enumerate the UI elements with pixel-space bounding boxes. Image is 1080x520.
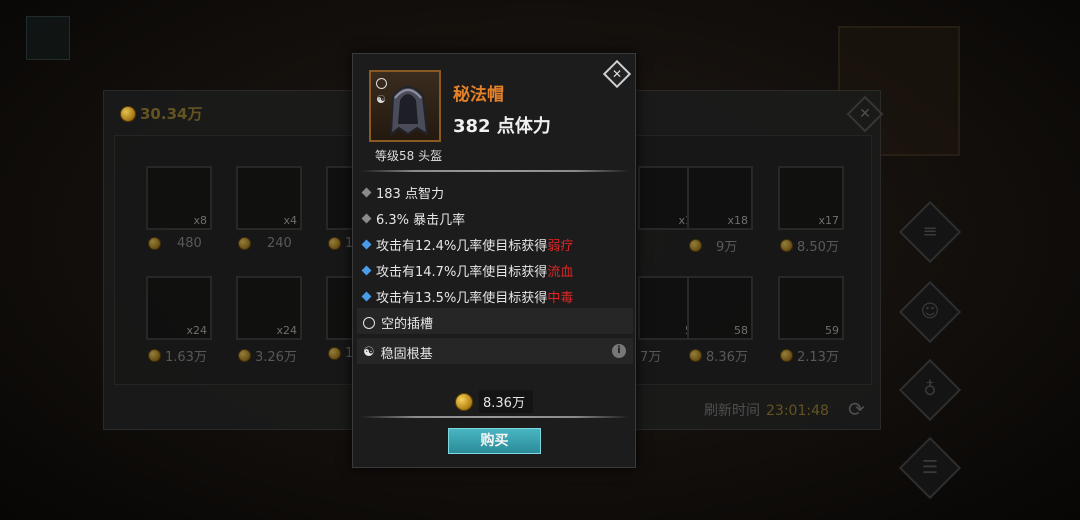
- slot-price: 9万: [689, 236, 737, 255]
- item-name: 秘法帽: [453, 85, 504, 105]
- shop-slot[interactable]: x8: [146, 166, 212, 230]
- proc-line: 攻击有13.5%几率使目标获得中毒: [361, 287, 574, 306]
- price-value: 480: [177, 236, 202, 251]
- price-value: 8.36万: [479, 390, 533, 413]
- close-icon: ✕: [859, 106, 871, 122]
- refresh-time: 23:01:48: [766, 403, 829, 419]
- buy-button[interactable]: 购买: [448, 428, 541, 454]
- refresh-timer: 刷新时间 23:01:48: [704, 400, 829, 420]
- slot-price: 8.36万: [689, 346, 748, 365]
- price-value: 1.63万: [165, 350, 207, 365]
- slot-price: 2.13万: [780, 346, 839, 365]
- shop-slot[interactable]: x18: [687, 166, 753, 230]
- coin-icon: [455, 392, 473, 411]
- item-icon-frame: ☯: [369, 70, 441, 142]
- proc-effect: 流血: [547, 265, 574, 280]
- slot-price: 1: [328, 236, 353, 251]
- shop-slot[interactable]: x17: [778, 166, 844, 230]
- yinyang-icon: ☯: [363, 345, 375, 360]
- slot-count: x24: [186, 324, 207, 337]
- slot-count: x18: [727, 214, 748, 227]
- empty-socket: 空的插槽: [363, 313, 433, 332]
- slot-count: x17: [818, 214, 839, 227]
- proc-text: 攻击有13.5%几率使目标获得: [376, 291, 548, 306]
- shop-gold: 30.34万: [120, 103, 202, 124]
- slot-count: x24: [276, 324, 297, 337]
- diamond-bullet-icon: [361, 239, 372, 250]
- slot-count: x8: [193, 214, 207, 227]
- coin-icon: [238, 349, 251, 362]
- diamond-bullet-icon: [361, 213, 372, 224]
- coin-icon: [238, 237, 251, 250]
- slot-price: 1.63万: [148, 346, 207, 365]
- slot-count: 58: [734, 324, 748, 337]
- proc-line: 攻击有12.4%几率使目标获得弱疗: [361, 235, 574, 254]
- shop-slot[interactable]: 58: [687, 276, 753, 340]
- coin-icon: [328, 237, 341, 250]
- shop-slot[interactable]: 59: [778, 276, 844, 340]
- slot-price: 240: [238, 236, 292, 251]
- price-value: 2.13万: [797, 350, 839, 365]
- gold-amount: 30.34万: [140, 105, 203, 123]
- coin-icon: [120, 105, 136, 122]
- slot-price: 3.26万: [238, 346, 297, 365]
- coin-icon: [780, 349, 793, 362]
- divider: [361, 170, 629, 172]
- hood-icon: [389, 86, 429, 137]
- price-value: 240: [267, 236, 292, 251]
- slot-count: x4: [283, 214, 297, 227]
- refresh-label: 刷新时间: [704, 403, 760, 419]
- item-tooltip: ☯ 秘法帽 382 点体力 等级58 头盔 ✕ 183 点智力 6.3% 暴击几…: [352, 53, 636, 468]
- slot-price: 7万: [640, 346, 661, 365]
- item-price: 8.36万: [455, 390, 533, 413]
- proc-text: 攻击有12.4%几率使目标获得: [376, 239, 548, 254]
- item-main-stat: 382 点体力: [453, 116, 551, 137]
- shop-slot[interactable]: x24: [146, 276, 212, 340]
- diamond-bullet-icon: [361, 291, 372, 302]
- coin-icon: [328, 347, 341, 360]
- coin-icon: [148, 237, 161, 250]
- diamond-bullet-icon: [361, 187, 372, 198]
- character-icon: ☺: [920, 301, 940, 322]
- socket-ring-icon: [363, 316, 375, 329]
- slot-price: 8.50万: [780, 236, 839, 255]
- proc-effect: 弱疗: [547, 239, 574, 254]
- proc-effect: 中毒: [547, 291, 574, 306]
- price-value: 8.36万: [706, 350, 748, 365]
- coin-icon: [780, 239, 793, 252]
- price-value: 7万: [640, 350, 662, 365]
- shop-close-button[interactable]: ✕: [846, 95, 884, 133]
- menu-icon: ≡: [922, 221, 938, 242]
- price-value: 9万: [716, 240, 738, 255]
- slot-price: 1: [328, 346, 353, 361]
- price-value: 3.26万: [255, 350, 297, 365]
- info-icon[interactable]: i: [612, 344, 626, 358]
- close-button[interactable]: ✕: [602, 59, 632, 89]
- character-portrait: [26, 16, 70, 60]
- stat-text: 6.3% 暴击几率: [376, 213, 466, 228]
- divider: [361, 416, 629, 418]
- close-icon: ✕: [611, 67, 623, 81]
- price-value: 8.50万: [797, 240, 839, 255]
- shop-slot[interactable]: x4: [236, 166, 302, 230]
- proc-text: 攻击有14.7%几率使目标获得: [376, 265, 548, 280]
- proc-line: 攻击有14.7%几率使目标获得流血: [361, 261, 574, 280]
- list-icon: ☰: [921, 457, 939, 478]
- set-bonus-text: 稳固根基: [380, 347, 433, 362]
- socket-text: 空的插槽: [381, 317, 434, 332]
- item-level-type: 等级58 头盔: [375, 149, 443, 163]
- stat-line: 6.3% 暴击几率: [361, 209, 466, 228]
- shop-slot[interactable]: x24: [236, 276, 302, 340]
- set-bonus: ☯ 稳固根基: [363, 343, 433, 362]
- slot-count: 59: [825, 324, 839, 337]
- slot-price: 480: [148, 236, 202, 251]
- diamond-bullet-icon: [361, 265, 372, 276]
- coin-icon: [689, 239, 702, 252]
- stat-line: 183 点智力: [361, 183, 444, 202]
- refresh-icon[interactable]: ⟳: [848, 397, 865, 421]
- coin-icon: [148, 349, 161, 362]
- coin-icon: [689, 349, 702, 362]
- potion-icon: ♁: [923, 379, 937, 400]
- stat-text: 183 点智力: [376, 187, 444, 202]
